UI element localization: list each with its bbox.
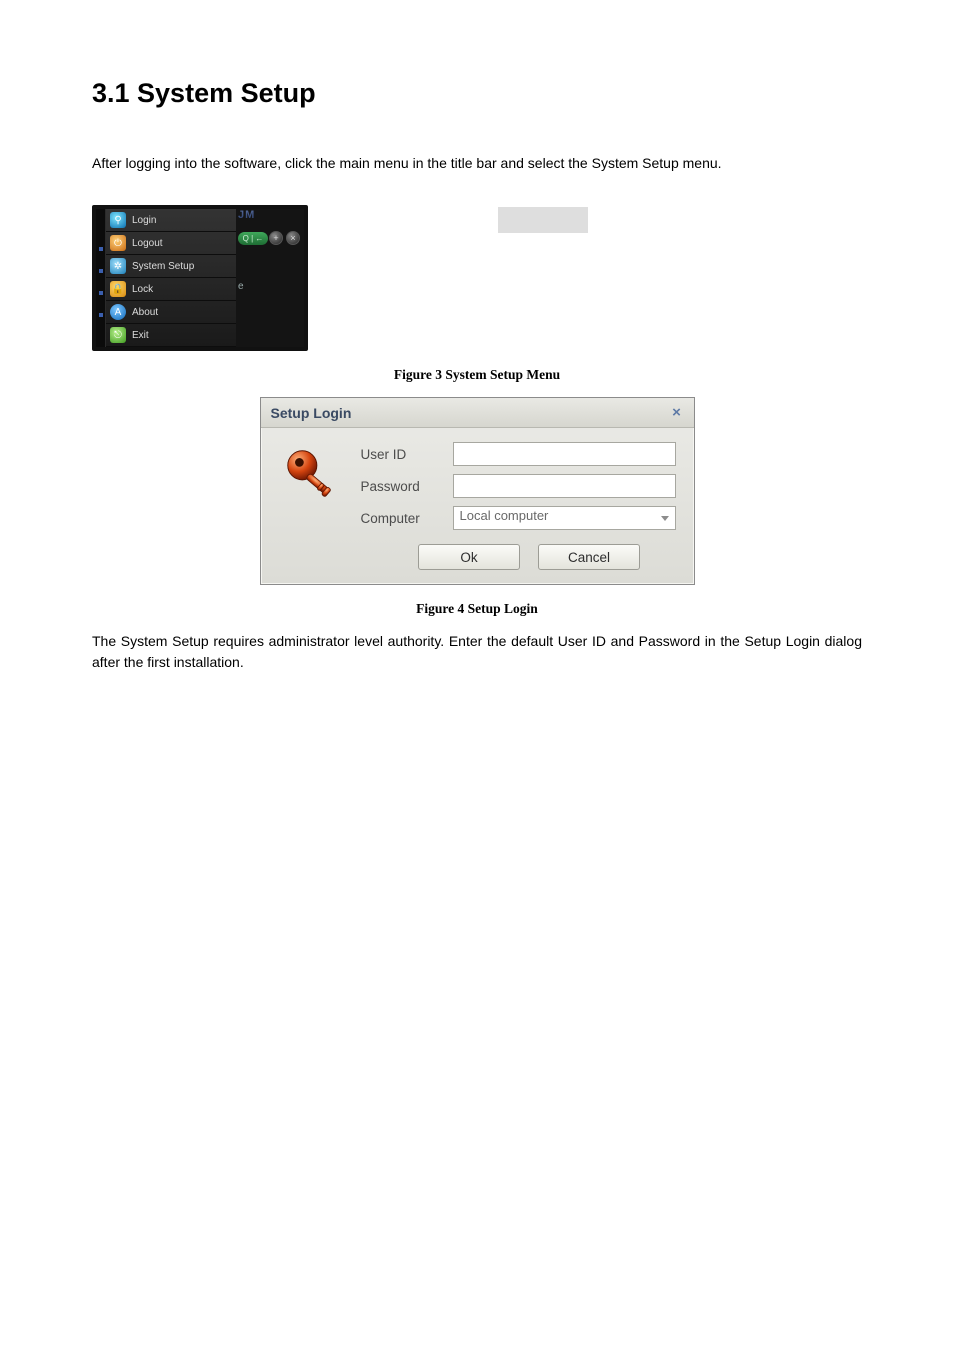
exit-icon: ⎋ — [110, 327, 126, 343]
menu-item-system-setup[interactable]: ✲ System Setup — [106, 255, 236, 278]
search-back-pill[interactable]: Q | ← — [238, 232, 268, 245]
login-icon: ⚲ — [110, 212, 126, 228]
userid-label: User ID — [361, 447, 439, 462]
menu-item-lock[interactable]: 🔒 Lock — [106, 278, 236, 301]
dialog-title: Setup Login — [271, 405, 352, 421]
setup-login-dialog: Setup Login × — [260, 397, 695, 585]
cancel-button[interactable]: Cancel — [538, 544, 640, 570]
side-strip — [96, 209, 106, 347]
grey-placeholder — [498, 207, 588, 233]
menu-item-exit[interactable]: ⎋ Exit — [106, 324, 236, 347]
info-icon: A — [110, 304, 126, 320]
plus-icon[interactable]: + — [269, 231, 283, 245]
figure-3-caption: Figure 3 System Setup Menu — [92, 367, 862, 383]
close-icon[interactable]: × — [286, 231, 300, 245]
gear-icon: ✲ — [110, 258, 126, 274]
menu-item-label: Login — [132, 215, 156, 226]
menu-item-label: About — [132, 307, 158, 318]
menu-item-label: Exit — [132, 330, 149, 341]
menu-item-label: System Setup — [132, 261, 194, 272]
computer-select[interactable]: Local computer — [453, 506, 676, 530]
userid-input[interactable] — [453, 442, 676, 466]
menu-right-panel: JM Q | ← + × e — [236, 209, 304, 347]
logout-icon: ⏻ — [110, 235, 126, 251]
page-heading: 3.1 System Setup — [92, 78, 862, 109]
figure-4-caption: Figure 4 Setup Login — [92, 601, 862, 617]
menu-screenshot: ⚲ Login ⏻ Logout ✲ System Setup 🔒 Lock — [92, 205, 308, 351]
stub-letter: e — [238, 281, 244, 292]
menu-item-logout[interactable]: ⏻ Logout — [106, 232, 236, 255]
watermark-text: JM — [238, 209, 255, 221]
password-input[interactable] — [453, 474, 676, 498]
menu-item-label: Lock — [132, 284, 153, 295]
menu-item-about[interactable]: A About — [106, 301, 236, 324]
computer-select-value: Local computer — [460, 508, 549, 523]
key-icon — [279, 442, 345, 508]
dropdown-menu: ⚲ Login ⏻ Logout ✲ System Setup 🔒 Lock — [106, 209, 236, 347]
dialog-close-button[interactable]: × — [668, 404, 686, 422]
closing-paragraph: The System Setup requires administrator … — [92, 631, 862, 672]
password-label: Password — [361, 479, 439, 494]
ok-button[interactable]: Ok — [418, 544, 520, 570]
menu-item-label: Logout — [132, 238, 163, 249]
lock-icon: 🔒 — [110, 281, 126, 297]
intro-paragraph: After logging into the software, click t… — [92, 153, 862, 173]
menu-item-login[interactable]: ⚲ Login — [106, 209, 236, 232]
dialog-titlebar: Setup Login × — [261, 398, 694, 428]
computer-label: Computer — [361, 511, 439, 526]
